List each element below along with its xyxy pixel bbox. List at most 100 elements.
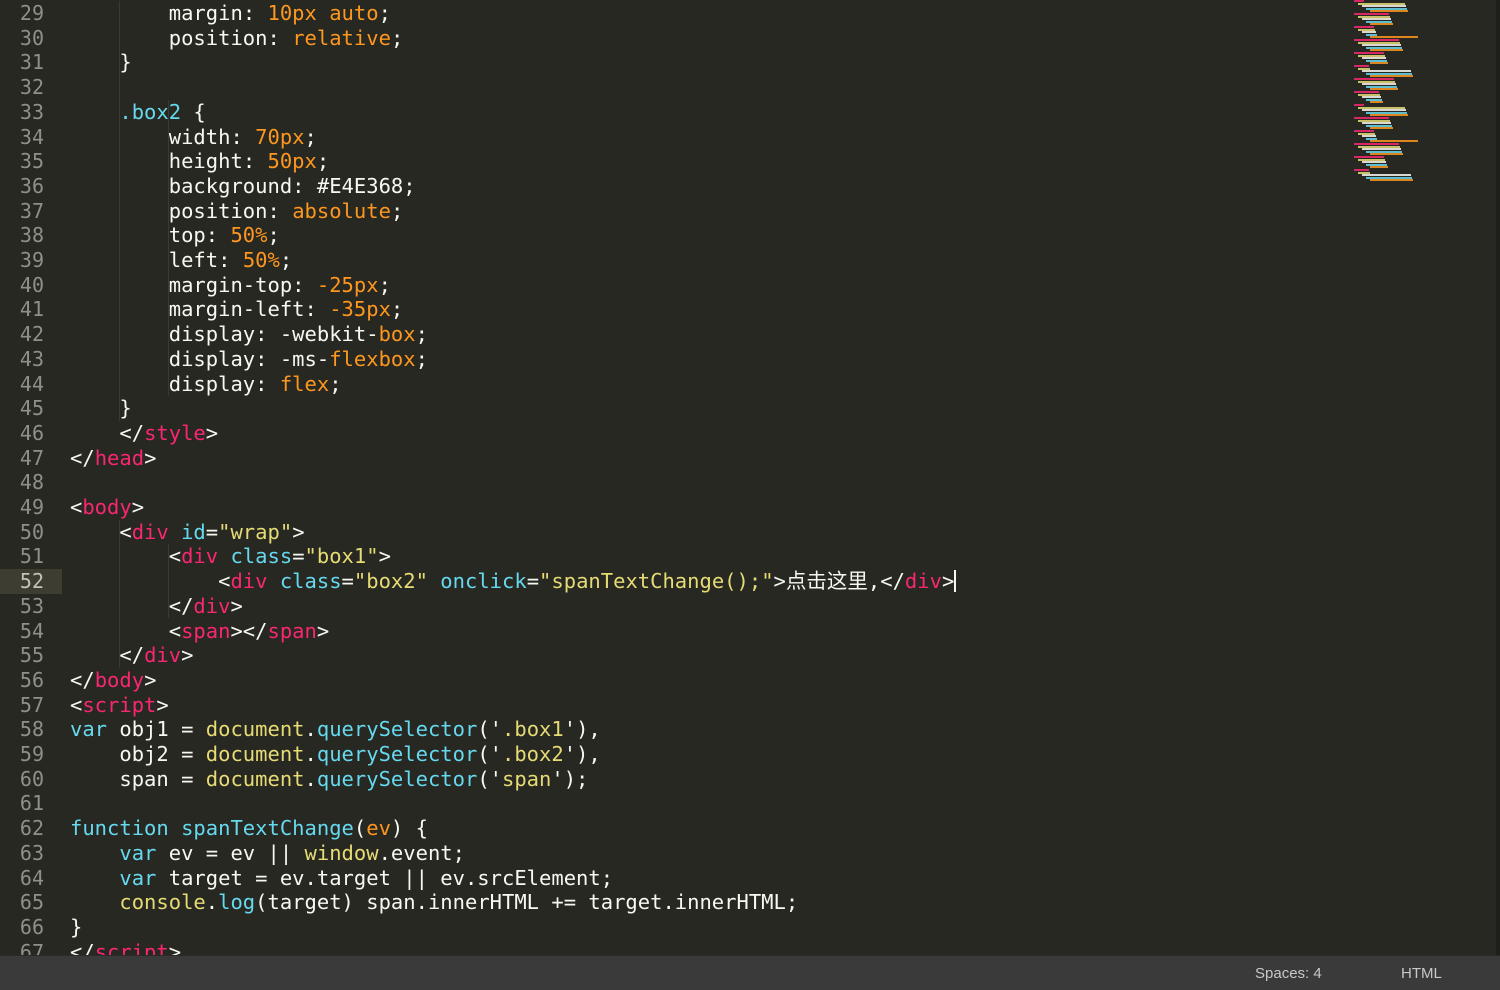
code-token: > (941, 569, 955, 594)
code-line[interactable]: 43 display: -ms-flexbox; (0, 347, 1340, 372)
minimap-line (1370, 101, 1383, 104)
code-token: ; (329, 371, 342, 396)
code-token: </ (70, 593, 194, 618)
code-token: : (255, 371, 280, 396)
minimap[interactable] (1350, 0, 1460, 200)
code-token: target = ev.target || ev.srcElement; (156, 865, 614, 890)
code-token: : (242, 1, 268, 25)
code-token: onclick (440, 569, 527, 594)
code-token: > (230, 593, 243, 618)
code-token: ; (304, 124, 317, 149)
code-token: : (292, 173, 317, 198)
code-token: '), (563, 742, 601, 766)
code-token: margin (168, 1, 243, 25)
code-line[interactable]: 32 (0, 75, 1340, 100)
code-line[interactable]: 56 </body> (0, 668, 1340, 693)
code-line[interactable]: 39 left: 50%; (0, 248, 1340, 273)
code-token: > (168, 939, 182, 955)
code-token: </ (70, 445, 95, 470)
code-line[interactable]: 36 background: #E4E368; (0, 174, 1340, 199)
line-number: 31 (19, 50, 44, 75)
code-line[interactable]: 50 <div id="wrap"> (0, 520, 1340, 545)
code-line[interactable]: 59 obj2 = document.querySelector('.box2'… (0, 742, 1340, 767)
code-line[interactable]: 48 (0, 470, 1340, 495)
code-line[interactable]: 42 display: -webkit-box; (0, 322, 1340, 347)
code-token: < (70, 692, 83, 717)
code-line[interactable]: 38 top: 50%; (0, 223, 1340, 248)
code-token: document (205, 717, 305, 742)
code-token: div (181, 544, 219, 569)
code-line[interactable]: 55 </div> (0, 643, 1340, 668)
code-line[interactable]: 31 } (0, 50, 1340, 75)
code-line[interactable]: 47 </head> (0, 446, 1340, 471)
code-token: console (119, 890, 206, 915)
code-line[interactable]: 61 (0, 791, 1340, 816)
code-token: '); (551, 766, 589, 791)
code-line[interactable]: 54 <span></span> (0, 619, 1340, 644)
code-text: var target = ev.target || ev.srcElement; (70, 866, 613, 891)
code-line[interactable]: 60 span = document.querySelector('span')… (0, 767, 1340, 792)
code-line[interactable]: 52 <div class="box2" onclick="spanTextCh… (0, 569, 1340, 594)
line-number: 54 (19, 618, 44, 643)
code-line[interactable]: 66} (0, 915, 1340, 940)
code-line[interactable]: 34 width: 70px; (0, 125, 1340, 150)
code-token: ; (390, 198, 404, 223)
code-token: absolute (292, 198, 391, 223)
code-line[interactable]: 37 position: absolute; (0, 199, 1340, 224)
code-line[interactable]: 67 </script> (0, 940, 1340, 955)
indentation-setting[interactable]: Spaces: 4 (1255, 965, 1322, 982)
code-line[interactable]: 41 margin-left: -35px; (0, 297, 1340, 322)
code-line[interactable]: 63 var ev = ev || window.event; (0, 841, 1340, 866)
code-line[interactable]: 46 </style> (0, 421, 1340, 446)
code-token: </ (70, 939, 95, 955)
code-token: < (70, 519, 132, 544)
code-token: querySelector (316, 717, 478, 742)
code-line[interactable]: 30 position: relative; (0, 26, 1340, 51)
code-line[interactable]: 65 console.log(target) span.innerHTML +=… (0, 890, 1340, 915)
code-line[interactable]: 51 <div class="box1"> (0, 544, 1340, 569)
code-token: flexbox (329, 346, 416, 371)
code-token: span (502, 766, 552, 791)
line-number: 56 (19, 667, 44, 692)
scrollbar[interactable] (1496, 0, 1500, 955)
minimap-line (1370, 62, 1388, 65)
code-token: (' (477, 742, 502, 766)
code-line[interactable]: 58 var obj1 = document.querySelector('.bo… (0, 717, 1340, 742)
code-token: #E4E368 (316, 173, 404, 198)
code-token: -35px (329, 297, 391, 322)
line-number: 53 (19, 593, 44, 618)
code-token: background (168, 173, 293, 198)
code-token: class (230, 544, 293, 569)
code-token: ev = ev || (156, 840, 305, 865)
code-text: } (70, 915, 82, 940)
code-token: -ms- (279, 346, 330, 371)
code-line[interactable]: 44 display: flex; (0, 372, 1340, 397)
code-text: <div id="wrap"> (70, 519, 305, 545)
code-token: (target) span.innerHTML += target.innerH… (255, 890, 799, 915)
code-line[interactable]: 40 margin-top: -25px; (0, 273, 1340, 298)
indent-guide (168, 544, 169, 619)
code-token: document (205, 766, 305, 791)
code-line[interactable]: 64 var target = ev.target || ev.srcEleme… (0, 866, 1340, 891)
line-number: 32 (19, 75, 44, 100)
code-token: ) { (390, 816, 428, 841)
syntax-mode[interactable]: HTML (1401, 965, 1442, 982)
code-line[interactable]: 53 </div> (0, 594, 1340, 619)
code-editor[interactable]: 29 margin: 10px auto; 30 position: relati… (0, 0, 1500, 955)
code-line[interactable]: 35 height: 50px; (0, 149, 1340, 174)
code-line[interactable]: 29 margin: 10px auto; (0, 1, 1340, 26)
code-token: : (267, 25, 293, 50)
code-text: height: 50px; (70, 149, 329, 174)
code-line[interactable]: 49 <body> (0, 495, 1340, 520)
code-token: > (292, 519, 305, 544)
line-number: 63 (19, 840, 44, 865)
code-line[interactable]: 57 <script> (0, 693, 1340, 718)
code-line[interactable]: 33 .box2 { (0, 100, 1340, 125)
code-line[interactable]: 62 function spanTextChange(ev) { (0, 816, 1340, 841)
code-line[interactable]: 45 } (0, 396, 1340, 421)
line-number: 60 (19, 766, 44, 791)
line-number: 65 (19, 890, 44, 915)
code-token: >点击这里,</ (773, 569, 905, 594)
